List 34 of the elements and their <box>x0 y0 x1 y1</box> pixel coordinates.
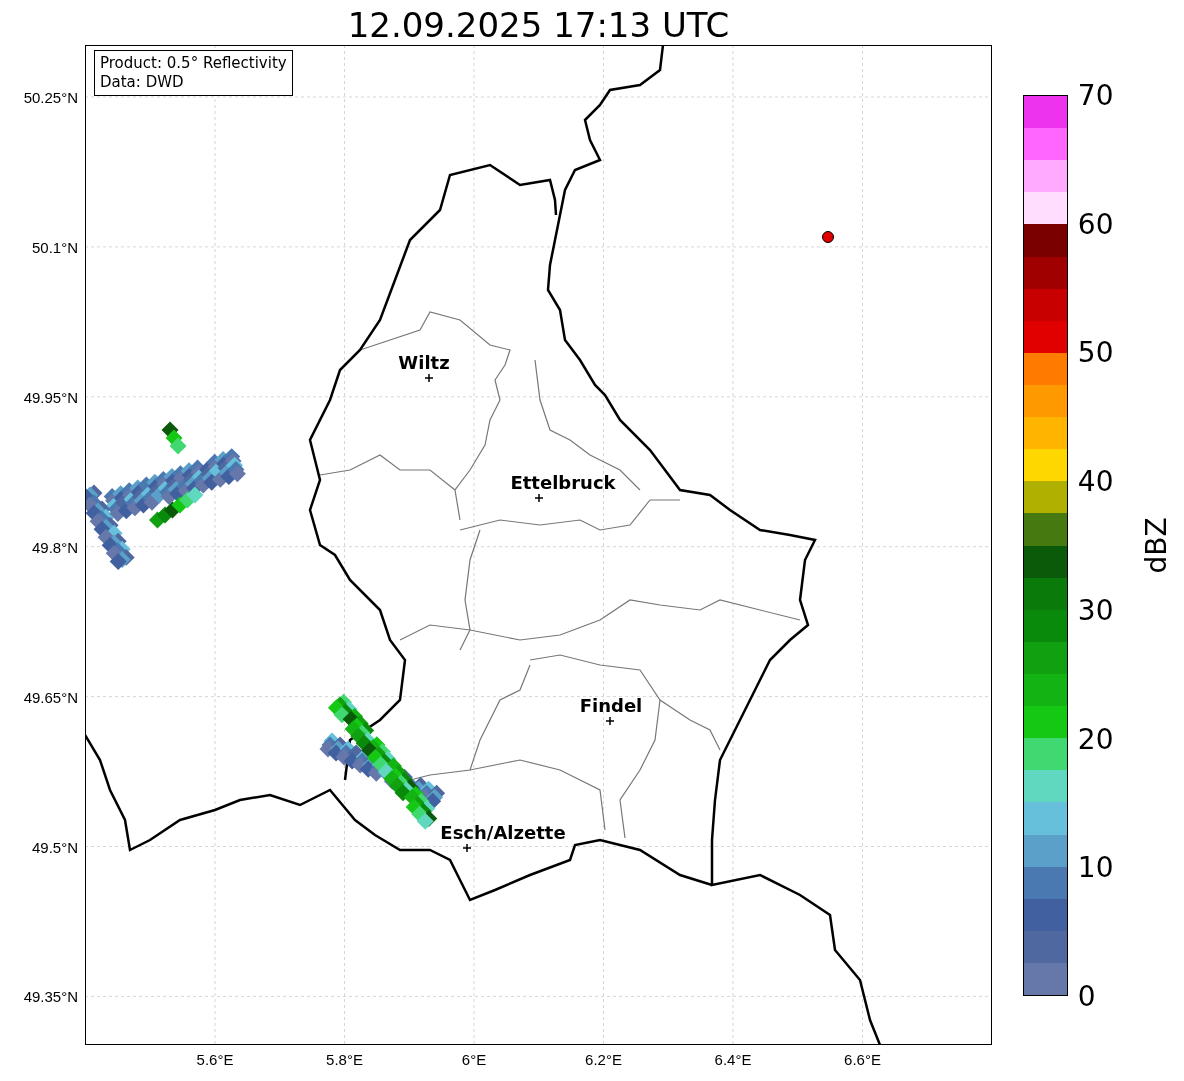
city-marker-icon <box>463 844 471 852</box>
colorbar-tick-label: 70 <box>1077 78 1114 112</box>
latitude-label: 49.35°N <box>22 987 78 1005</box>
colorbar-tick-label: 50 <box>1077 335 1114 369</box>
latitude-label: 49.95°N <box>22 388 78 406</box>
longitude-label: 6°E <box>461 1051 487 1068</box>
colorbar-tick-label: 60 <box>1077 207 1114 241</box>
colorbar-tick-label: 20 <box>1077 722 1114 756</box>
longitude-label: 6.4°E <box>714 1051 752 1068</box>
info-text: Product: 0.5° Reflectivity <box>100 54 287 73</box>
city-label: Esch/Alzette <box>440 821 566 843</box>
latitude-label: 49.5°N <box>30 838 78 855</box>
colorbar-tick-label: 10 <box>1077 850 1114 884</box>
longitude-label: 6.6°E <box>844 1051 881 1068</box>
latitude-label: 49.65°N <box>22 688 78 706</box>
colorbar-tick-label: 40 <box>1077 464 1114 498</box>
colorbar-tick-label: 0 <box>1077 979 1096 1013</box>
longitude-label: 6.2°E <box>585 1051 622 1068</box>
latitude-label: 50.25°N <box>22 88 78 106</box>
city-marker-icon <box>535 494 543 502</box>
colorbar-tick-label: 30 <box>1077 593 1114 627</box>
latitude-label: 50.1°N <box>30 238 78 256</box>
city-label: Wiltz <box>398 351 450 373</box>
info-text: Data: DWD <box>100 73 185 92</box>
location-marker <box>822 231 834 243</box>
latitude-label: 49.8°N <box>30 538 78 556</box>
city-label: Findel <box>579 694 643 716</box>
city-label: Ettelbruck <box>510 471 616 493</box>
city-marker-icon <box>606 717 614 725</box>
colorbar-label: dBZ <box>1139 517 1173 574</box>
longitude-label: 5.8°E <box>326 1051 363 1068</box>
longitude-label: 5.6°E <box>196 1051 234 1068</box>
city-marker-icon <box>425 374 433 382</box>
chart-title: 12.09.2025 17:13 UTC <box>347 5 730 45</box>
